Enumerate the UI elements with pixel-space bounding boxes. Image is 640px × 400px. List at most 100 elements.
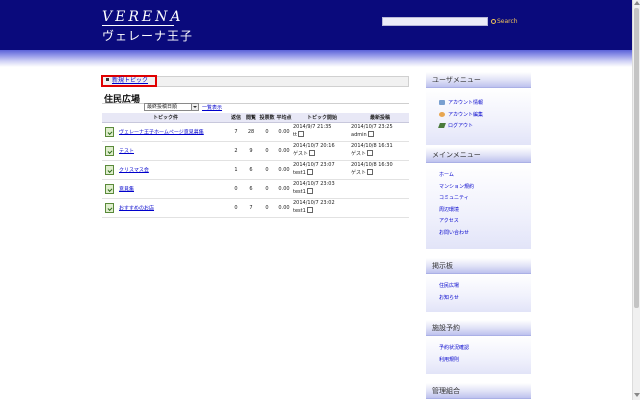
user-icon[interactable] [306, 169, 313, 175]
logout-icon [438, 123, 446, 128]
user-icon[interactable] [297, 131, 304, 137]
topic-start-cell: 2014/9/7 21:35 tt [293, 122, 351, 142]
edit-icon [439, 111, 445, 117]
site-header: VERENA ヴェレーナ王子 Search [0, 0, 632, 50]
col-header-views[interactable]: 閲覧 [243, 113, 259, 123]
bullet-icon [106, 78, 109, 81]
sidebar-item-resident-plaza[interactable]: 住民広場 [426, 281, 531, 293]
last-post-cell [351, 198, 409, 218]
chevron-down-icon[interactable] [191, 104, 198, 110]
last-post-cell: 2014/10/7 23:25 admin [351, 122, 409, 142]
topic-cell: ヴェレーナ王子ホームページ意見募集 [102, 122, 229, 142]
topic-cell: クリスマス会 [102, 160, 229, 180]
views-cell: 28 [243, 122, 259, 142]
topic-link[interactable]: 意見集 [119, 186, 134, 192]
facility-block: 施設予約 予約状況確認 利用規則 [426, 320, 531, 374]
col-header-average[interactable]: 平均点 [275, 113, 293, 123]
start-date: 2014/9/7 21:35 [293, 124, 332, 130]
topic-cell: おすすめのお店 [102, 198, 229, 218]
average-cell: 0.00 [275, 122, 293, 142]
site-logo-subtitle[interactable]: ヴェレーナ王子 [102, 27, 193, 44]
topic-folder-icon [105, 164, 114, 175]
votes-cell: 0 [259, 160, 275, 180]
topic-link[interactable]: おすすめのお店 [119, 205, 154, 211]
board-block: 掲示板 住民広場 お知らせ [426, 258, 531, 312]
sidebar-item-surroundings[interactable]: 周辺環境 [426, 205, 531, 217]
sidebar-item-access[interactable]: アクセス [426, 216, 531, 228]
topic-start-cell: 2014/10/7 20:16 ゲスト [293, 141, 351, 161]
start-user[interactable]: test1 [293, 170, 306, 176]
sidebar-item-community[interactable]: コミュニティ [426, 193, 531, 205]
start-user[interactable]: test1 [293, 208, 306, 214]
board-body: 住民広場 お知らせ [426, 274, 531, 312]
user-icon[interactable] [306, 207, 313, 213]
topic-link[interactable]: クリスマス会 [119, 167, 149, 173]
table-row: クリスマス会 1 6 0 0.00 2014/10/7 23:07 test1 2… [102, 160, 409, 180]
list-view-link[interactable]: 一覧表示 [202, 104, 222, 111]
topic-folder-icon [105, 126, 114, 137]
sidebar-item-rules[interactable]: マンション規約 [426, 182, 531, 194]
user-icon[interactable] [367, 150, 374, 156]
start-user[interactable]: tt [293, 132, 297, 138]
votes-cell: 0 [259, 179, 275, 199]
user-icon[interactable] [309, 150, 316, 156]
last-post-cell [351, 179, 409, 199]
user-menu-body: アカウント情報 アカウント編集 ログアウト [426, 88, 531, 145]
facility-title: 施設予約 [426, 320, 531, 336]
management-block: 管理組合 [426, 383, 531, 399]
site-logo[interactable]: VERENA [102, 9, 183, 25]
sidebar-item-account-info[interactable]: アカウント情報 [426, 98, 531, 110]
search-button[interactable]: Search [491, 17, 518, 26]
facility-body: 予約状況確認 利用規則 [426, 336, 531, 374]
start-user[interactable]: ゲスト [293, 151, 308, 157]
sidebar-item-contact[interactable]: お問い合わせ [426, 228, 531, 240]
account-icon [439, 100, 445, 105]
topic-start-cell: 2014/10/7 23:07 test1 [293, 160, 351, 180]
user-menu-title: ユーザメニュー [426, 72, 531, 88]
sidebar-item-home[interactable]: ホーム [426, 170, 531, 182]
col-header-replies[interactable]: 返信 [229, 113, 243, 123]
last-post-user[interactable]: ゲスト [351, 170, 366, 176]
new-topic-link[interactable]: 新規トピック [106, 77, 148, 85]
user-icon[interactable] [306, 188, 313, 194]
replies-cell: 0 [229, 179, 243, 199]
table-row: テスト 2 9 0 0.00 2014/10/7 20:16 ゲスト 2014/1… [102, 141, 409, 161]
sort-order-select[interactable]: 最終投稿日順 [144, 103, 199, 111]
last-post-date: 2014/10/8 16:30 [351, 162, 393, 168]
topic-cell: 意見集 [102, 179, 229, 199]
last-post-date: 2014/10/7 23:25 [351, 124, 393, 130]
sidebar-item-usage-rules[interactable]: 利用規則 [426, 355, 531, 367]
management-title: 管理組合 [426, 383, 531, 399]
sidebar-item-reservation-status[interactable]: 予約状況確認 [426, 343, 531, 355]
last-post-cell: 2014/10/8 16:31 ゲスト [351, 141, 409, 161]
main-menu-title: メインメニュー [426, 147, 531, 163]
topic-table: トピック件 返信 閲覧 投票数 平均点 トピック開始 最新投稿 ヴェレーナ王子ホ… [102, 113, 409, 218]
table-row: おすすめのお店 0 7 0 0.00 2014/10/7 23:02 test1 [102, 198, 409, 218]
last-post-user[interactable]: admin [351, 132, 367, 138]
topic-link[interactable]: ヴェレーナ王子ホームページ意見募集 [119, 129, 204, 135]
topic-link[interactable]: テスト [119, 148, 134, 154]
col-header-topic[interactable]: トピック件 [102, 113, 229, 123]
table-row: 意見集 0 6 0 0.00 2014/10/7 23:03 test1 [102, 179, 409, 199]
table-header-row: トピック件 返信 閲覧 投票数 平均点 トピック開始 最新投稿 [102, 113, 409, 123]
scroll-down-arrow-icon[interactable] [634, 393, 640, 397]
vertical-scrollbar[interactable] [632, 0, 640, 400]
start-user[interactable]: test1 [293, 189, 306, 195]
col-header-votes[interactable]: 投票数 [259, 113, 275, 123]
sidebar-item-news[interactable]: お知らせ [426, 293, 531, 305]
views-cell: 6 [243, 179, 259, 199]
user-icon[interactable] [367, 169, 374, 175]
last-post-date: 2014/10/8 16:31 [351, 143, 393, 149]
search-input[interactable] [382, 17, 488, 26]
last-post-user[interactable]: ゲスト [351, 151, 366, 157]
sidebar-item-account-edit[interactable]: アカウント編集 [426, 110, 531, 122]
search-button-label: Search [497, 18, 518, 25]
sidebar-item-logout[interactable]: ログアウト [426, 121, 531, 133]
col-header-last-post[interactable]: 最新投稿 [351, 113, 409, 123]
average-cell: 0.00 [275, 141, 293, 161]
scroll-up-arrow-icon[interactable] [634, 1, 640, 5]
scroll-thumb[interactable] [634, 8, 639, 308]
new-topic-label: 新規トピック [112, 77, 149, 84]
col-header-topic-start[interactable]: トピック開始 [293, 113, 351, 123]
user-icon[interactable] [367, 131, 374, 137]
